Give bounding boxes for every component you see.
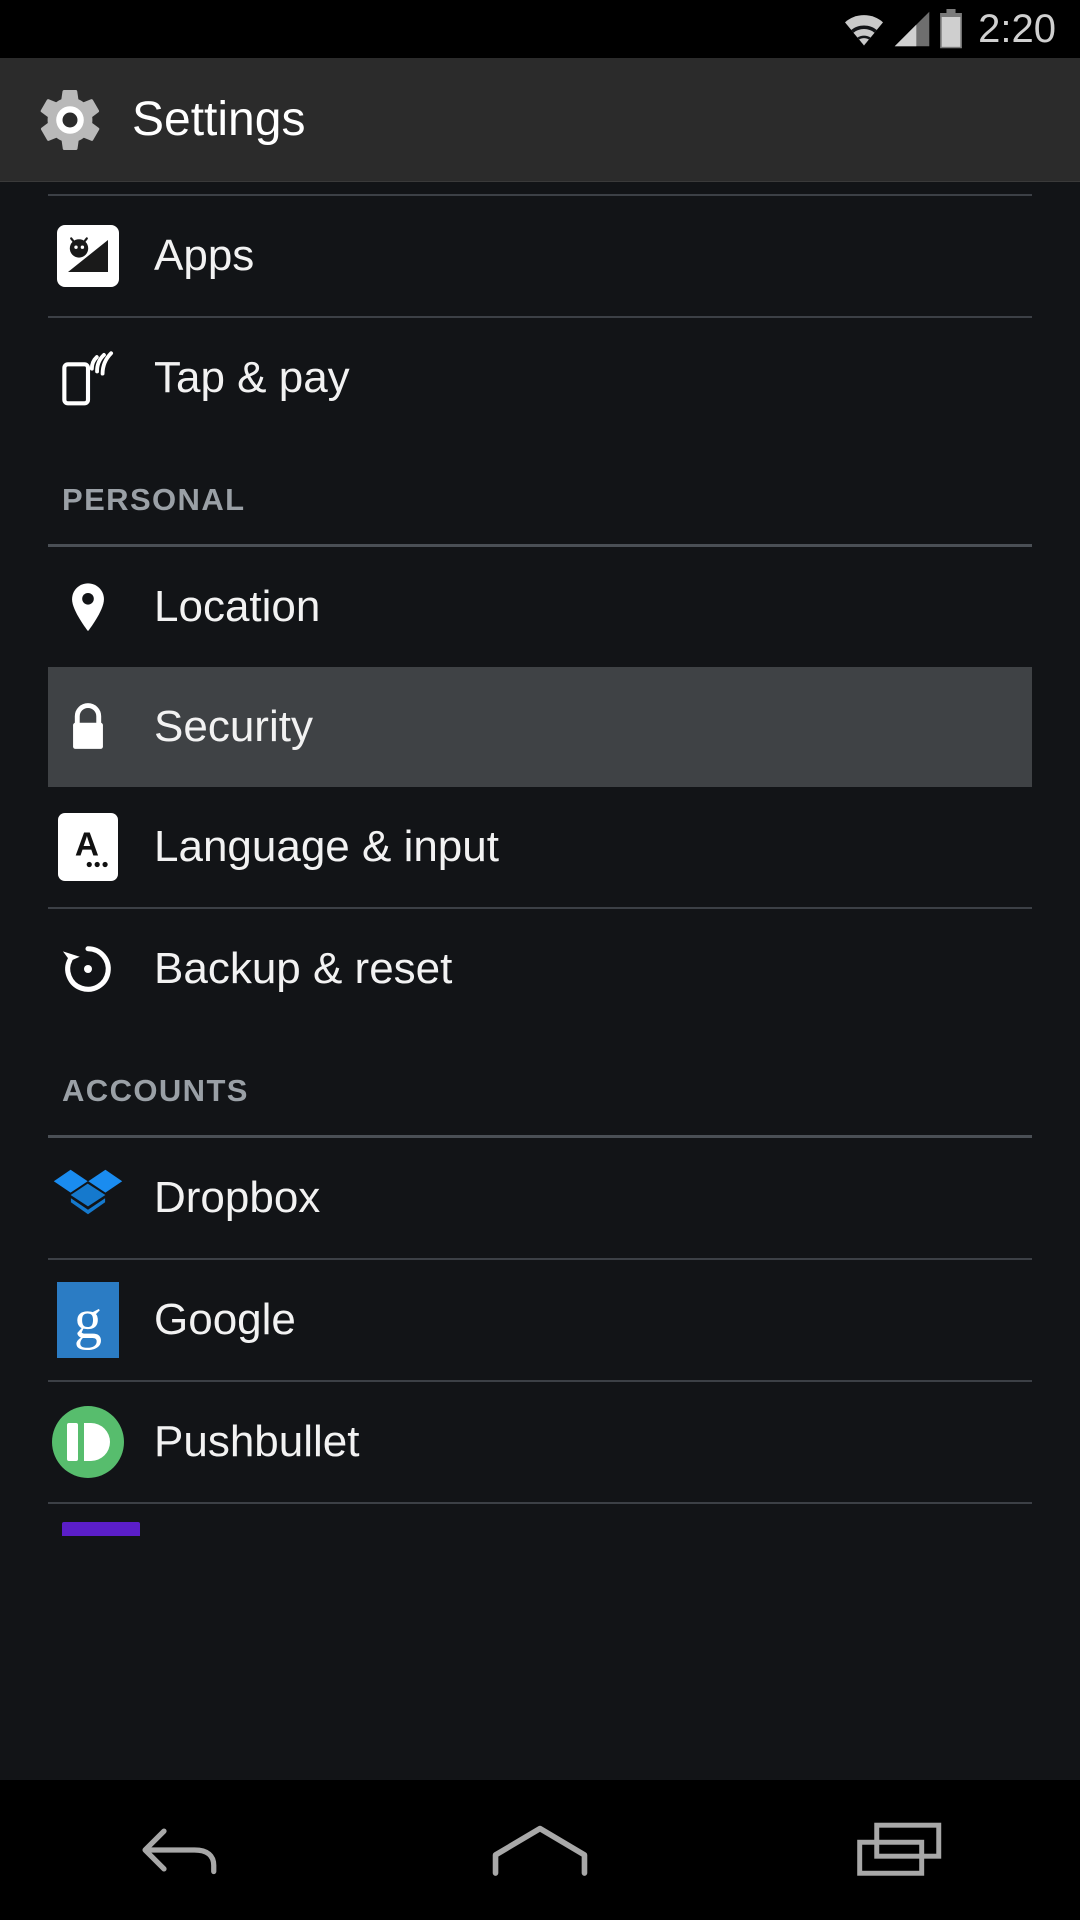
android-apps-icon [48,216,128,296]
action-bar[interactable]: Settings [0,58,1080,182]
list-item-label: Location [154,582,321,631]
navigation-bar [0,1780,1080,1920]
list-item-apps[interactable]: Apps [0,196,1080,316]
home-button[interactable] [440,1780,640,1920]
list-item-label: Pushbullet [154,1417,360,1466]
svg-text:A: A [75,826,99,863]
section-label: ACCOUNTS [62,1073,249,1108]
status-bar: 2:20 [0,0,1080,58]
android-settings-screen: 2:20 Settings Apps Tap & pay PERSONAL Lo… [0,0,1080,1920]
cellular-signal-icon [894,11,930,47]
recents-icon [857,1822,942,1876]
status-bar-icons [842,9,964,49]
section-label: PERSONAL [62,482,246,517]
list-item-tap-and-pay[interactable]: Tap & pay [0,318,1080,438]
wifi-icon [845,15,884,46]
recents-button[interactable] [800,1780,1000,1920]
list-top-clip [0,182,1080,194]
list-item-label: Tap & pay [154,353,350,402]
list-item-label: Google [154,1295,296,1344]
battery-icon [940,9,963,49]
back-button[interactable] [80,1780,280,1920]
list-item-label: Backup & reset [154,944,453,993]
home-icon [492,1825,588,1876]
location-pin-icon [48,567,128,647]
list-item-language-and-input[interactable]: A Language & input [0,787,1080,907]
status-bar-clock: 2:20 [978,7,1056,51]
google-icon: g [48,1280,128,1360]
lock-icon [48,687,128,767]
pushbullet-icon [48,1402,128,1482]
restore-icon [48,929,128,1009]
dropbox-icon [48,1158,128,1238]
list-item-label: Security [154,702,313,751]
list-item-pushbullet[interactable]: Pushbullet [0,1382,1080,1502]
nfc-tap-pay-icon [48,338,128,418]
language-input-icon: A [48,807,128,887]
list-item-partial-accent [62,1522,140,1536]
page-title: Settings [132,92,306,146]
list-item-backup-and-reset[interactable]: Backup & reset [0,909,1080,1029]
back-arrow-icon [142,1828,217,1875]
list-item-label: Dropbox [154,1173,321,1222]
section-header-personal: PERSONAL [0,438,1080,532]
list-item-security[interactable]: Security [48,667,1032,787]
settings-list[interactable]: Apps Tap & pay PERSONAL Location Securit… [0,182,1080,1780]
list-item-dropbox[interactable]: Dropbox [0,1138,1080,1258]
divider [48,1502,1032,1504]
list-item-location[interactable]: Location [0,547,1080,667]
section-header-accounts: ACCOUNTS [0,1029,1080,1123]
gear-icon [34,84,106,156]
list-item-label: Apps [154,231,255,280]
list-item-google[interactable]: g Google [0,1260,1080,1380]
list-item-label: Language & input [154,822,499,871]
